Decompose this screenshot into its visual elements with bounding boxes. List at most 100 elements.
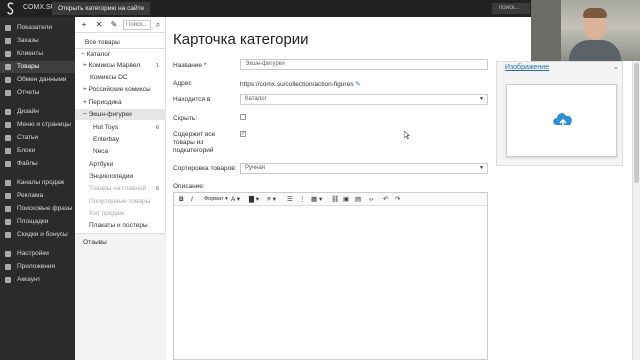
category-item-action-figures[interactable]: − Экшн-фигурки: [75, 109, 166, 120]
category-item-all[interactable]: Все товары: [85, 37, 120, 48]
category-item-marvel[interactable]: + Комиксы Марвел: [83, 60, 140, 71]
platforms-icon: [5, 219, 11, 225]
clients-icon: [5, 51, 11, 57]
chevron-down-icon: ▼: [479, 165, 484, 171]
category-item-catalog[interactable]: − Каталог: [81, 49, 110, 60]
sidebar-item-apps[interactable]: Приложения: [0, 261, 75, 273]
align-button[interactable]: ≡ ▾: [267, 195, 276, 204]
undo-icon[interactable]: ↶: [383, 195, 388, 204]
sidebar-item-dashboard[interactable]: Показатели: [0, 22, 75, 34]
category-count: 1: [156, 63, 160, 69]
category-item-popular[interactable]: Популярные товары: [89, 196, 150, 207]
description-editor[interactable]: B I Формат ▾ A ▾ ▇ ▾ ≡ ▾ ☰ ⋮ ▦ ▾ ⛓ ▣ ▤ ‹…: [173, 192, 488, 360]
reviews-section: Отзывы: [75, 233, 166, 360]
sidebar-item-articles[interactable]: Статьи: [0, 132, 75, 144]
category-item-encyclopedias[interactable]: Энциклопедии: [89, 171, 133, 182]
chevron-down-icon[interactable]: ⌄: [613, 63, 619, 71]
logo-icon[interactable]: [6, 2, 16, 15]
image-panel-title[interactable]: Изображение: [505, 64, 549, 71]
sidebar-item-clients[interactable]: Клиенты: [0, 48, 75, 60]
highlight-button[interactable]: ▇ ▾: [249, 195, 259, 204]
sort-select[interactable]: Ручная ▼: [240, 163, 488, 174]
category-item-bestsellers[interactable]: Хит продаж: [89, 208, 124, 219]
contains-subcategories-checkbox[interactable]: ✓: [240, 131, 246, 137]
settings-icon: [5, 251, 11, 257]
reviews-link[interactable]: Отзывы: [83, 237, 107, 248]
name-label: Название *: [173, 62, 207, 69]
category-item-artbooks[interactable]: Артбуки: [89, 159, 113, 170]
source-code-icon[interactable]: ‹›: [369, 195, 373, 204]
webcam-overlay: [531, 0, 640, 61]
sidebar-item-discounts[interactable]: Скидки и бонусы: [0, 229, 75, 241]
sidebar-item-blocks[interactable]: Блоки: [0, 145, 75, 157]
edit-category-button[interactable]: ✎: [109, 20, 119, 30]
link-icon[interactable]: ⛓: [331, 195, 339, 204]
parent-select[interactable]: Каталог ▼: [240, 94, 488, 105]
reports-icon: [5, 90, 11, 96]
edit-address-icon[interactable]: ✎: [355, 81, 360, 88]
redo-icon[interactable]: ↷: [395, 195, 400, 204]
sidebar-item-menu-pages[interactable]: Меню и страницы: [0, 119, 75, 131]
image-upload-area[interactable]: [506, 84, 617, 157]
sidebar-item-ads[interactable]: Реклама: [0, 190, 75, 202]
articles-icon: [5, 135, 11, 141]
design-icon: [5, 109, 11, 115]
chevron-down-icon: ▼: [479, 96, 484, 102]
format-dropdown[interactable]: Формат ▾: [204, 195, 228, 204]
editor-toolbar: B I Формат ▾ A ▾ ▇ ▾ ≡ ▾ ☰ ⋮ ▦ ▾ ⛓ ▣ ▤ ‹…: [174, 193, 487, 206]
italic-button[interactable]: I: [191, 195, 193, 204]
exchange-icon: [5, 77, 11, 83]
add-category-button[interactable]: +: [79, 20, 89, 30]
sidebar-item-channels[interactable]: Каналы продаж: [0, 177, 75, 189]
sidebar-item-platforms[interactable]: Площадки: [0, 216, 75, 228]
page-scrollbar[interactable]: [632, 61, 640, 360]
search-phrases-icon: [5, 206, 11, 212]
image-icon[interactable]: ▣: [343, 195, 349, 204]
sidebar-item-design[interactable]: Дизайн: [0, 106, 75, 118]
image-panel: Изображение ⌄: [496, 61, 623, 166]
blocks-icon: [5, 148, 11, 154]
hide-checkbox[interactable]: [240, 114, 246, 120]
category-item-posters[interactable]: Плакаты и постеры: [89, 220, 148, 231]
webcam-person-body: [569, 40, 621, 61]
media-icon[interactable]: ▤: [355, 195, 361, 204]
category-item-dc[interactable]: Комиксы DC: [90, 72, 128, 83]
sidebar-item-orders[interactable]: Заказы: [0, 35, 75, 47]
files-icon: [5, 161, 11, 167]
sidebar-item-reports[interactable]: Отчеты: [0, 87, 75, 99]
orders-icon: [5, 38, 11, 44]
category-item-periodicals[interactable]: + Периодика: [83, 97, 122, 108]
category-card: Карточка категории Название * Экшн-фигур…: [166, 17, 640, 360]
mouse-cursor-icon: [404, 131, 410, 139]
sidebar-item-exchange[interactable]: Обмен данными: [0, 74, 75, 86]
category-item-russian[interactable]: + Российские комиксы: [83, 84, 151, 95]
top-search-input[interactable]: поиск...: [492, 3, 530, 14]
table-button[interactable]: ▦ ▾: [311, 195, 322, 204]
search-icon[interactable]: ⌕: [153, 20, 163, 30]
contains-label: Содержит все товары из подкатегорий: [173, 131, 216, 154]
name-field[interactable]: Экшн-фигурки: [240, 59, 488, 70]
webcam-person-hair: [583, 8, 607, 18]
sidebar-item-files[interactable]: Файлы: [0, 158, 75, 170]
category-search-input[interactable]: [123, 20, 151, 30]
numbered-list-button[interactable]: ⋮: [299, 195, 306, 204]
sort-label: Сортировка товаров:: [173, 165, 237, 172]
sidebar-item-products[interactable]: Товары: [0, 61, 75, 73]
sidebar-item-search-phrases[interactable]: Поисковые фразы: [0, 203, 75, 215]
sidebar-item-settings[interactable]: Настройки: [0, 248, 75, 260]
apps-icon: [5, 264, 11, 270]
category-panel: + ✕ ✎ ⌕ Все товары − Каталог + Комиксы М…: [75, 17, 166, 360]
sidebar-item-account[interactable]: Аккаунт: [0, 274, 75, 286]
category-item-neca[interactable]: Neca: [93, 146, 108, 157]
text-color-button[interactable]: A ▾: [231, 195, 240, 204]
scrollbar-thumb[interactable]: [634, 63, 639, 183]
bold-button[interactable]: B: [179, 195, 184, 204]
divider: [75, 233, 166, 234]
products-icon: [5, 64, 11, 70]
bullet-list-button[interactable]: ☰: [287, 195, 293, 204]
open-site-button[interactable]: Открыть категорию на сайте: [52, 2, 151, 15]
category-item-hot-toys[interactable]: Hot Toys: [93, 122, 118, 133]
delete-category-button[interactable]: ✕: [94, 20, 104, 30]
category-item-home-products[interactable]: Товары на главной: [89, 183, 146, 194]
category-item-enterbay[interactable]: Enterbay: [93, 134, 119, 145]
